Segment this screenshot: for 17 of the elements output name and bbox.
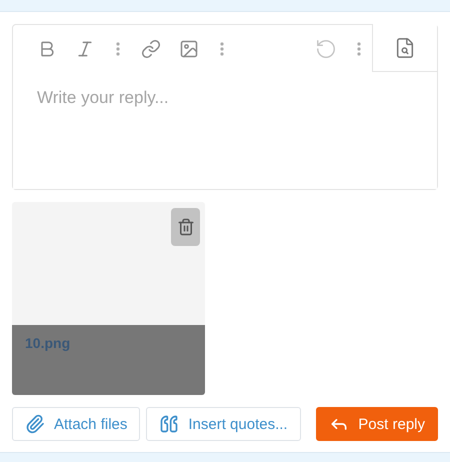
attach-button[interactable]: Attach files xyxy=(12,407,140,441)
preview-button[interactable] xyxy=(372,24,437,72)
delete-button[interactable] xyxy=(171,208,200,246)
paperclip-icon xyxy=(25,414,45,434)
reply-editor[interactable]: Write your reply... xyxy=(12,24,438,190)
post-button[interactable]: Post reply xyxy=(316,407,438,441)
more-icon xyxy=(116,42,120,56)
more-icon xyxy=(220,42,224,56)
more-icon xyxy=(357,42,361,56)
file-name: 10.png xyxy=(25,335,70,351)
quote-button[interactable]: Insert quotes... xyxy=(146,407,301,441)
trash-icon xyxy=(176,218,194,236)
undo-icon xyxy=(315,38,337,60)
preview-icon xyxy=(394,36,416,58)
image-icon xyxy=(179,38,199,58)
link-icon xyxy=(141,38,161,58)
quote-icon xyxy=(159,414,180,434)
